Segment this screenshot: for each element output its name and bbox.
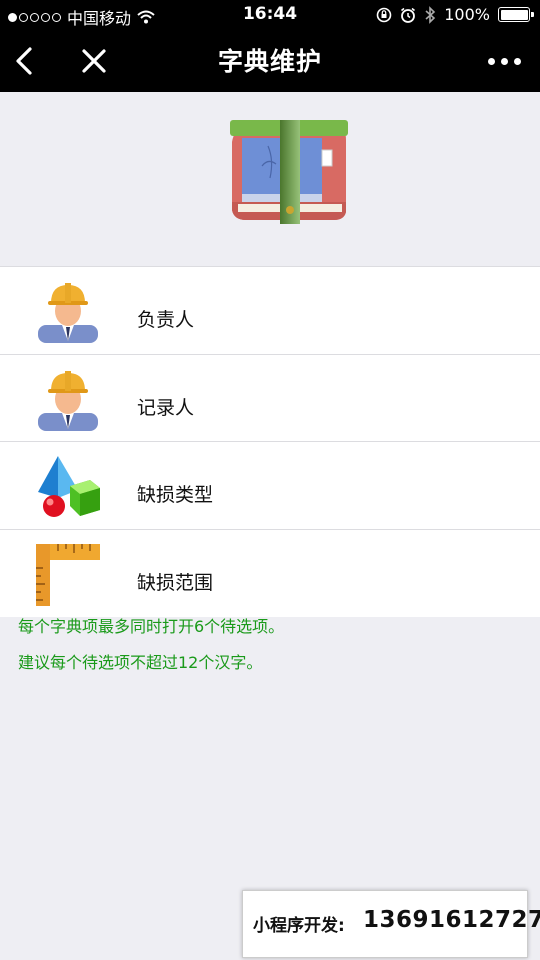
dictionary-list: 负责人 记录人 缺损类型 缺损范围 xyxy=(0,266,540,617)
alarm-icon xyxy=(401,7,416,23)
tip-text: 每个字典项最多同时打开6个待选项。 xyxy=(18,617,285,636)
tip-text: 建议每个待选项不超过12个汉字。 xyxy=(18,653,263,672)
item-label: 记录人 xyxy=(137,396,195,419)
promo-phone: 13691612727 xyxy=(363,907,540,933)
battery-label: 100% xyxy=(444,5,490,24)
list-item-defect-type[interactable]: 缺损类型 xyxy=(0,442,540,530)
item-label: 缺损类型 xyxy=(137,484,214,506)
top-bar: 中国移动 16:44 100% 字典维护 xyxy=(0,0,540,92)
tips: 每个字典项最多同时打开6个待选项。 建议每个待选项不超过12个汉字。 xyxy=(18,616,284,688)
status-bar: 中国移动 16:44 100% xyxy=(0,0,540,30)
battery-icon xyxy=(498,7,534,22)
navbar: 字典维护 xyxy=(0,30,540,92)
more-button[interactable] xyxy=(488,52,524,70)
rotation-lock-icon xyxy=(376,7,392,22)
item-label: 缺损范围 xyxy=(137,571,214,594)
more-icon xyxy=(488,57,495,65)
list-item-recorder[interactable]: 记录人 xyxy=(0,354,540,442)
page-title: 字典维护 xyxy=(217,47,322,76)
item-label: 负责人 xyxy=(137,309,195,331)
ruler-icon xyxy=(36,543,100,606)
bluetooth-icon xyxy=(425,5,436,24)
promo-label: 小程序开发: xyxy=(253,916,345,936)
list-item-defect-scope[interactable]: 缺损范围 xyxy=(0,529,540,617)
list-item-person-in-charge[interactable]: 负责人 xyxy=(0,267,540,355)
worker-icon xyxy=(38,370,98,431)
promo-banner[interactable]: 小程序开发: 13691612727 xyxy=(242,890,540,958)
hero-banner xyxy=(0,92,540,266)
worker-icon xyxy=(38,283,98,343)
status-right: 100% xyxy=(376,5,534,24)
dictionary-book-icon xyxy=(230,120,348,224)
shapes-icon xyxy=(38,456,100,517)
